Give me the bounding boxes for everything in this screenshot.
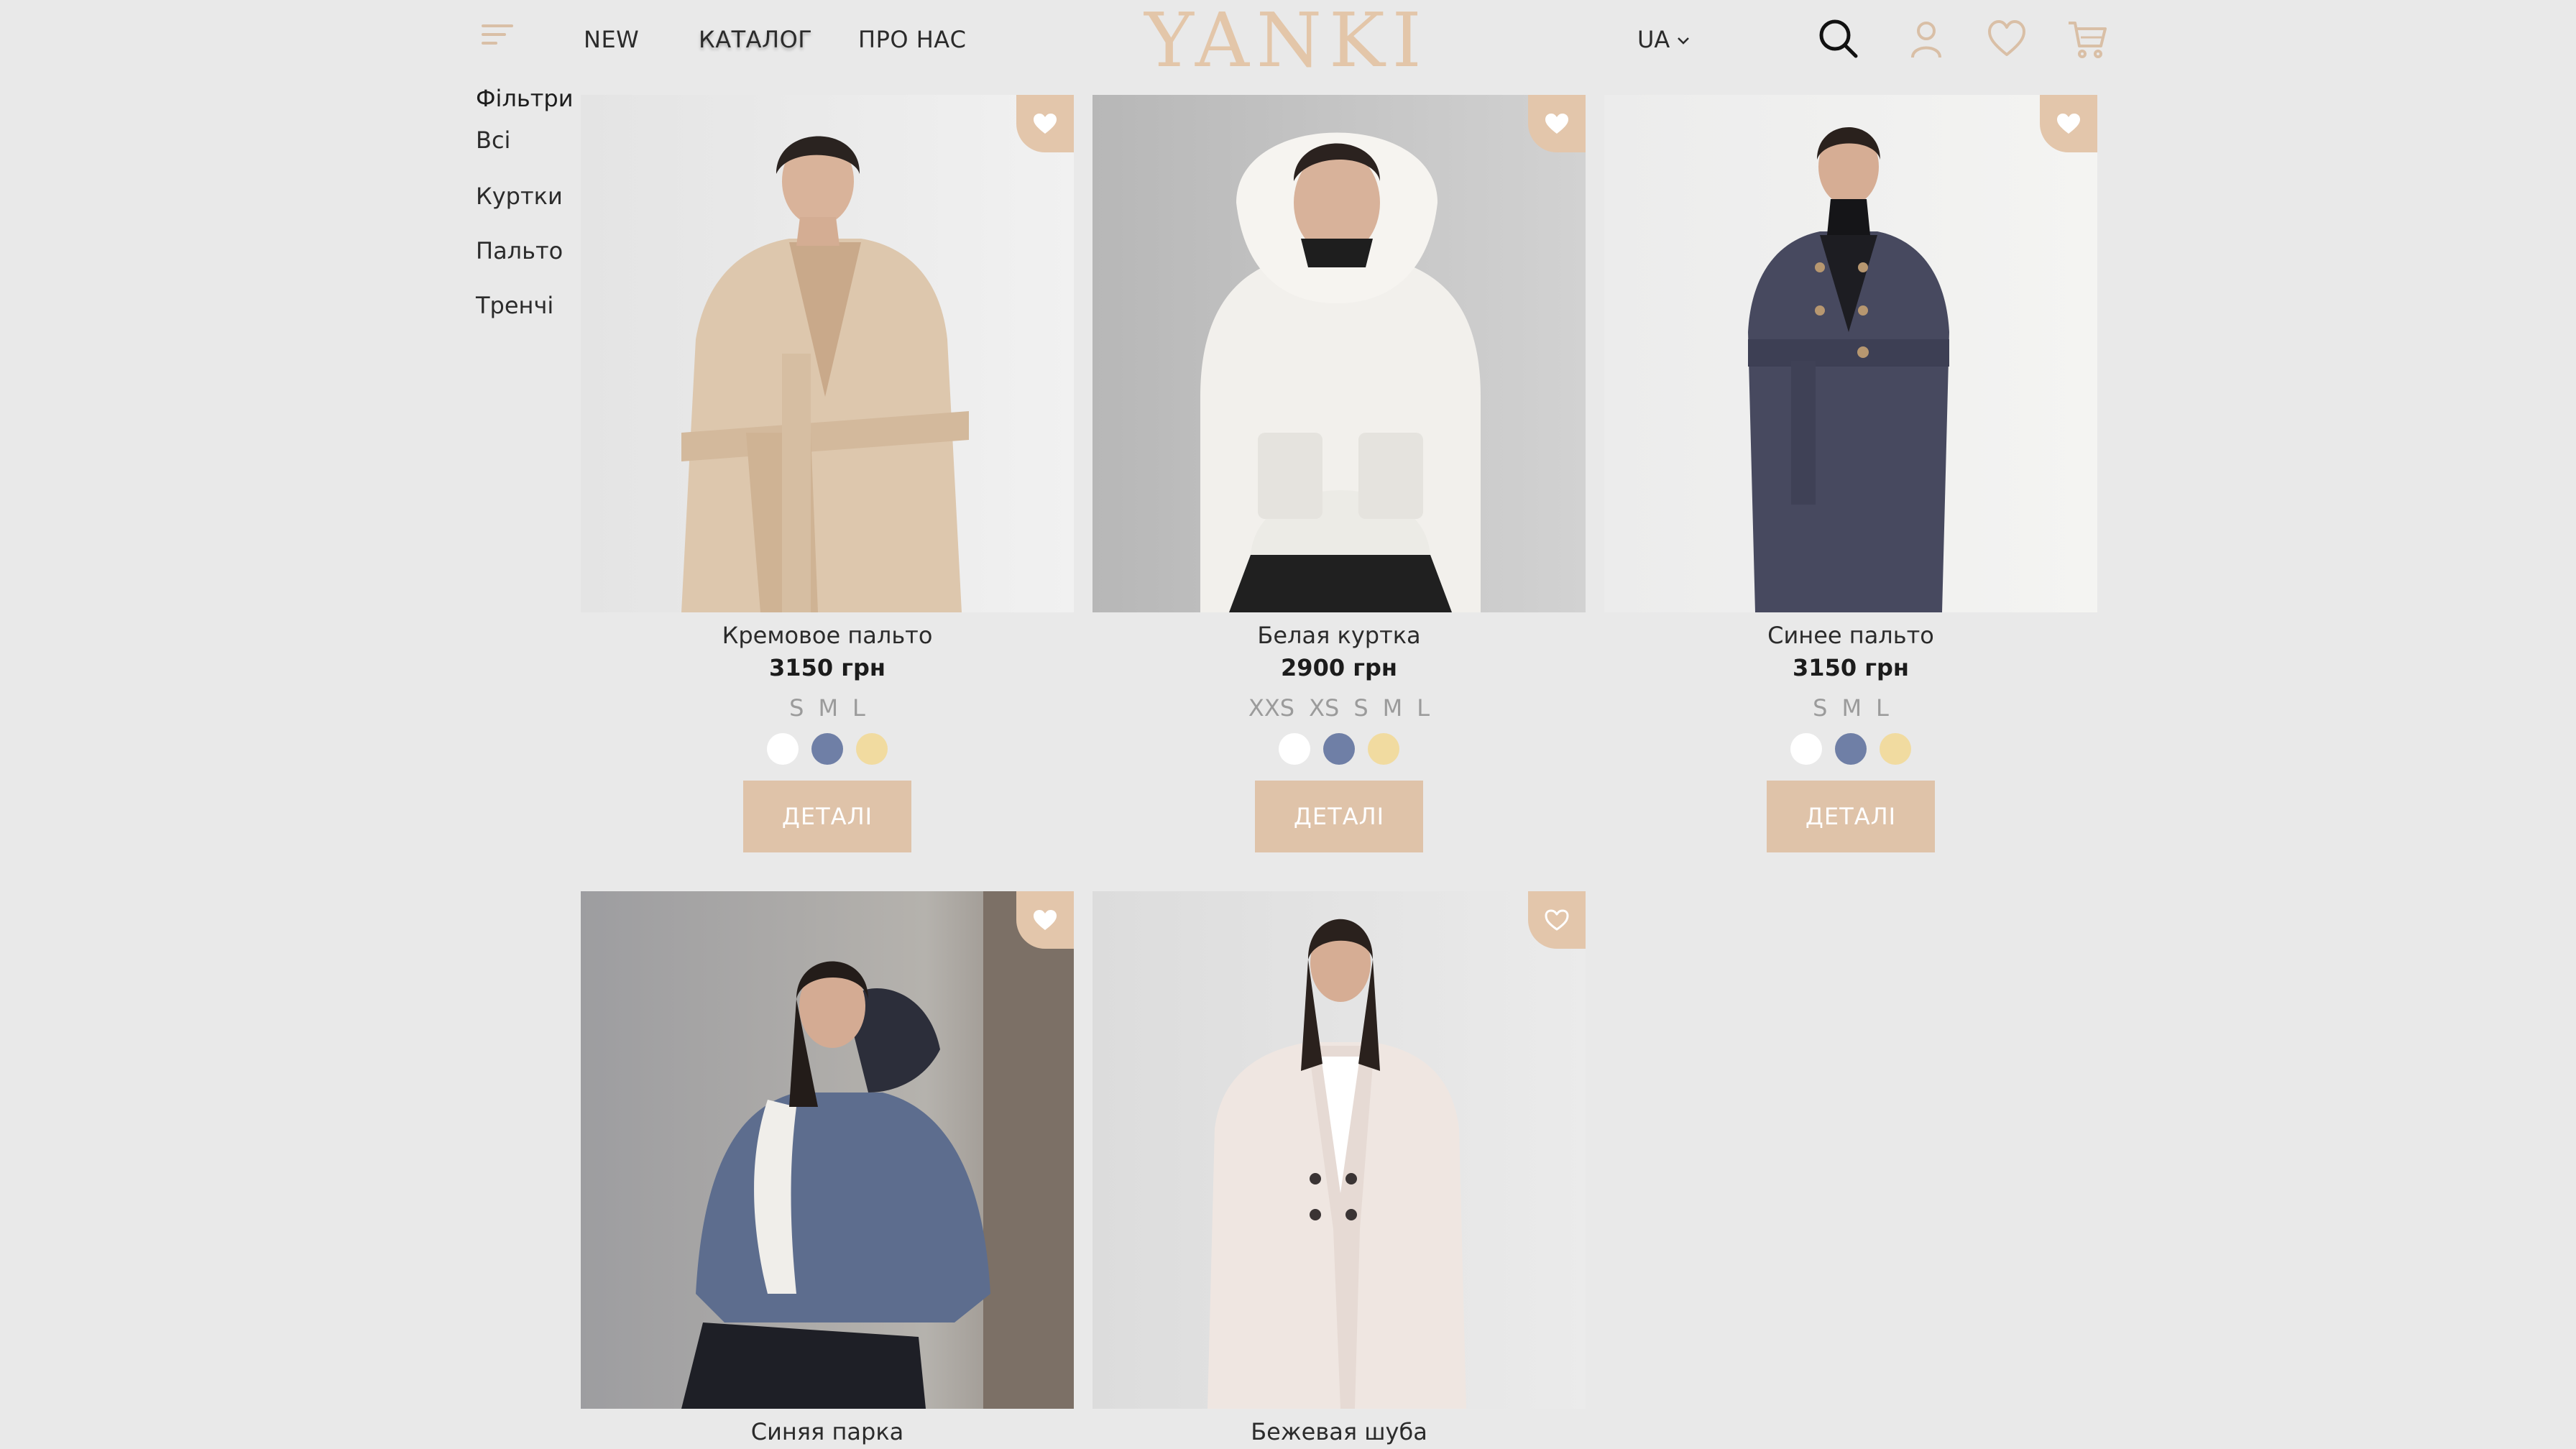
product-image[interactable] xyxy=(1604,95,2097,612)
favorite-button[interactable] xyxy=(1528,95,1586,152)
product-photo-beige-fur-coat xyxy=(1092,891,1586,1409)
product-card: Белая куртка 2900 грн XXS XS S M L ДЕТАЛ… xyxy=(1092,95,1586,852)
product-image[interactable] xyxy=(1092,891,1586,1409)
logo[interactable]: YANKI xyxy=(1143,3,1430,78)
product-photo-white-jacket xyxy=(1092,95,1586,612)
size-option[interactable]: L xyxy=(1876,689,1889,727)
product-price: 2900 грн xyxy=(1281,654,1397,681)
product-photo-cream-coat xyxy=(581,95,1074,612)
details-button[interactable]: ДЕТАЛІ xyxy=(1767,781,1935,852)
product-card: Кремовое пальто 3150 грн S M L ДЕТАЛІ xyxy=(581,95,1074,852)
size-option[interactable]: L xyxy=(1417,689,1430,727)
color-swatches xyxy=(581,733,1074,765)
size-option[interactable]: M xyxy=(1383,689,1403,727)
heart-icon[interactable] xyxy=(1985,17,2028,60)
product-photo-blue-parka xyxy=(581,891,1074,1409)
user-icon[interactable] xyxy=(1905,17,1948,60)
size-option[interactable]: XS xyxy=(1309,689,1339,727)
nav-about[interactable]: ПРО НАС xyxy=(858,26,967,53)
heart-filled-icon xyxy=(1034,910,1057,930)
color-swatches xyxy=(1604,733,2097,765)
size-option[interactable]: M xyxy=(818,689,838,727)
color-swatch-blue[interactable] xyxy=(1323,733,1355,765)
heart-filled-icon xyxy=(1545,114,1568,134)
size-option[interactable]: M xyxy=(1841,689,1862,727)
favorite-button[interactable] xyxy=(2040,95,2097,152)
filter-all[interactable]: Всі xyxy=(476,126,510,154)
product-price: 3150 грн xyxy=(769,654,886,681)
nav-new[interactable]: NEW xyxy=(584,26,639,53)
details-button[interactable]: ДЕТАЛІ xyxy=(743,781,911,852)
heart-filled-icon xyxy=(1034,114,1057,134)
filter-coats[interactable]: Пальто xyxy=(476,237,563,264)
size-list: S M L xyxy=(581,689,1074,727)
size-option[interactable]: XXS xyxy=(1248,689,1294,727)
size-option[interactable]: L xyxy=(852,689,865,727)
heart-outline-icon xyxy=(1545,909,1569,931)
filters-title: Фільтри xyxy=(476,85,574,112)
color-swatch-white[interactable] xyxy=(1279,733,1310,765)
product-name: Белая куртка xyxy=(1257,622,1421,649)
search-icon[interactable] xyxy=(1817,17,1860,60)
nav-catalog[interactable]: КАТАЛОГ xyxy=(699,26,812,53)
color-swatch-white[interactable] xyxy=(1790,733,1822,765)
color-swatch-blue[interactable] xyxy=(811,733,843,765)
favorite-button[interactable] xyxy=(1016,95,1074,152)
size-option[interactable]: S xyxy=(1353,689,1368,727)
product-name: Синяя парка xyxy=(750,1418,904,1445)
cart-icon[interactable] xyxy=(2066,17,2109,60)
product-card: Синяя парка xyxy=(581,891,1074,1448)
heart-filled-icon xyxy=(2057,114,2080,134)
product-name: Синее пальто xyxy=(1767,622,1934,649)
product-card: Бежевая шуба xyxy=(1092,891,1586,1448)
favorite-button[interactable] xyxy=(1016,891,1074,949)
menu-icon[interactable] xyxy=(482,24,516,46)
product-price: 3150 грн xyxy=(1793,654,1909,681)
language-selector[interactable]: UA xyxy=(1637,26,1690,53)
color-swatch-yellow[interactable] xyxy=(856,733,888,765)
color-swatch-yellow[interactable] xyxy=(1368,733,1399,765)
size-option[interactable]: S xyxy=(1813,689,1827,727)
filter-trenches[interactable]: Тренчі xyxy=(476,292,553,319)
details-button[interactable]: ДЕТАЛІ xyxy=(1255,781,1423,852)
product-name: Бежевая шуба xyxy=(1251,1418,1427,1445)
size-option[interactable]: S xyxy=(789,689,804,727)
product-name: Кремовое пальто xyxy=(722,622,933,649)
language-label: UA xyxy=(1637,26,1670,53)
product-photo-blue-coat xyxy=(1604,95,2097,612)
size-list: XXS XS S M L xyxy=(1092,689,1586,727)
size-list: S M L xyxy=(1604,689,2097,727)
product-image[interactable] xyxy=(1092,95,1586,612)
color-swatches xyxy=(1092,733,1586,765)
product-card: Синее пальто 3150 грн S M L ДЕТАЛІ xyxy=(1604,95,2097,852)
filter-jackets[interactable]: Куртки xyxy=(476,183,563,210)
color-swatch-white[interactable] xyxy=(767,733,799,765)
favorite-button[interactable] xyxy=(1528,891,1586,949)
product-image[interactable] xyxy=(581,891,1074,1409)
color-swatch-blue[interactable] xyxy=(1835,733,1867,765)
chevron-down-icon xyxy=(1678,37,1690,45)
product-image[interactable] xyxy=(581,95,1074,612)
color-swatch-yellow[interactable] xyxy=(1880,733,1911,765)
